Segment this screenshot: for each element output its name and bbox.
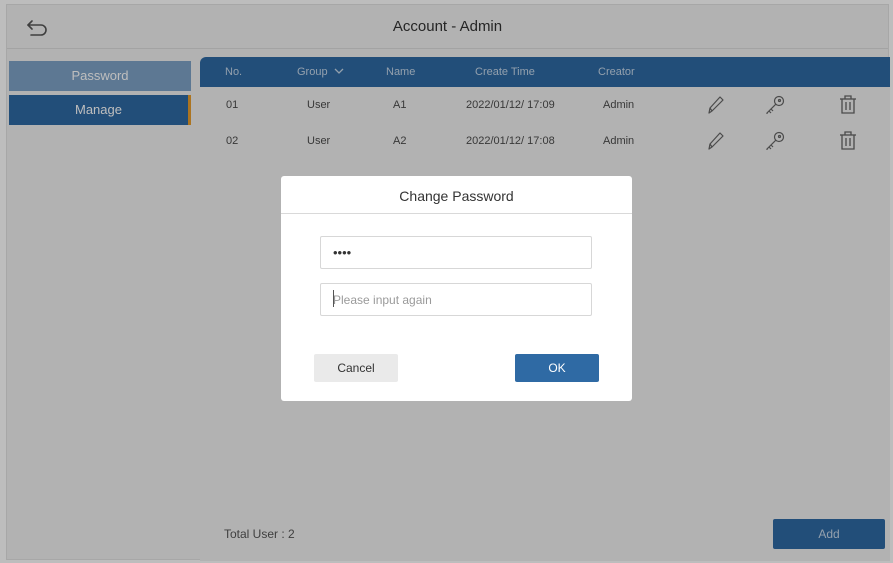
change-password-dialog: Change Password Cancel OK (281, 176, 632, 401)
dialog-title: Change Password (399, 188, 514, 204)
ok-button[interactable]: OK (515, 354, 599, 382)
new-password-field[interactable] (320, 236, 592, 269)
confirm-password-field[interactable] (320, 283, 592, 316)
text-caret (333, 290, 334, 307)
cancel-button[interactable]: Cancel (314, 354, 398, 382)
dialog-divider (281, 213, 632, 214)
